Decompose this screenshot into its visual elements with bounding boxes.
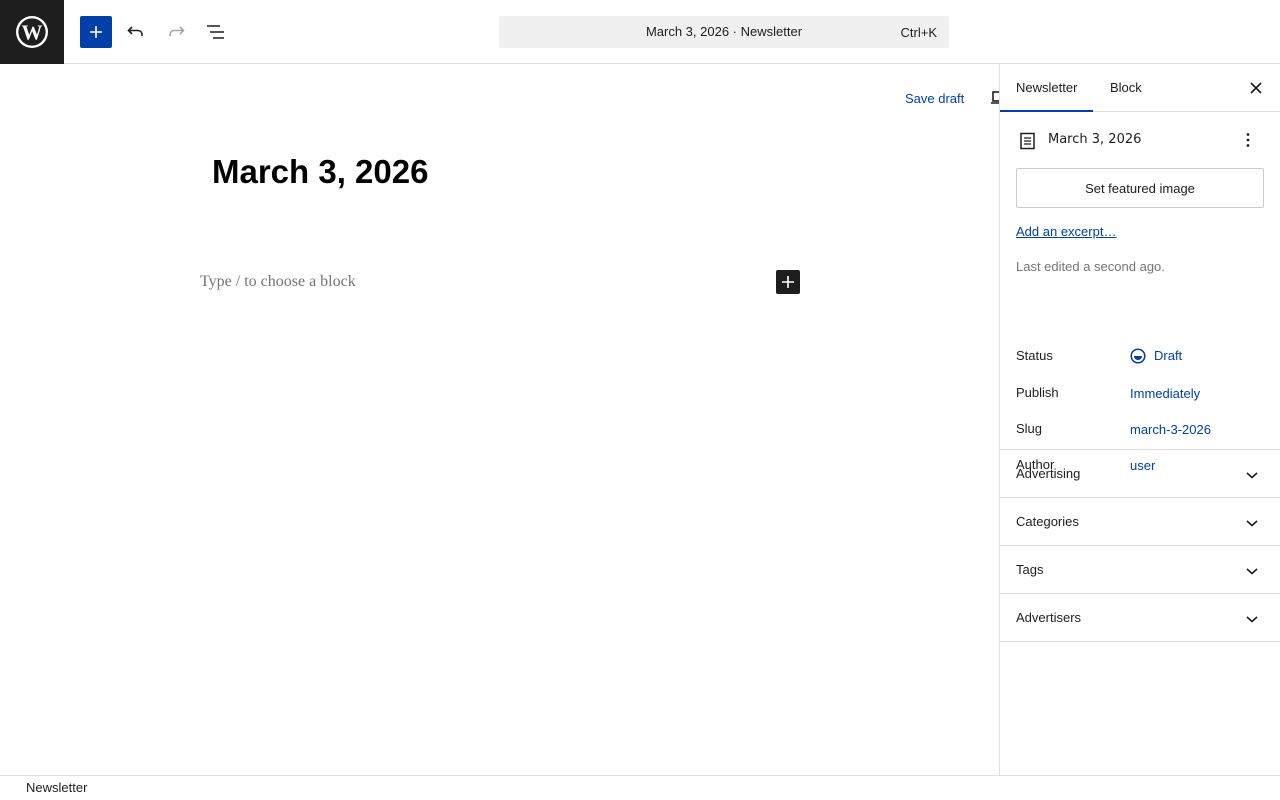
status-value[interactable]: Draft <box>1130 348 1182 364</box>
keyboard-shortcut: Ctrl+K <box>900 25 937 40</box>
panel-advertising[interactable]: Advertising <box>1000 449 1280 497</box>
block-placeholder[interactable]: Type / to choose a block <box>200 273 356 291</box>
block-inserter-button[interactable] <box>80 16 112 48</box>
plus-icon <box>90 26 102 38</box>
wordpress-logo-icon: W <box>16 16 48 48</box>
breadcrumb-item[interactable]: Newsletter <box>26 780 87 795</box>
post-document-icon <box>1020 132 1035 150</box>
svg-text:W: W <box>22 21 43 45</box>
command-palette-bar[interactable]: March 3, 2026 · Newsletter Ctrl+K <box>499 16 949 48</box>
panel-divider <box>1000 641 1280 642</box>
inline-block-inserter-button[interactable] <box>776 270 800 294</box>
meta-label: Slug <box>1016 421 1043 436</box>
slug-value[interactable]: march-3-2026 <box>1130 422 1211 437</box>
settings-sidebar: Newsletter Block March 3, 2026 Set featu… <box>999 64 1280 775</box>
editor-canvas: Save draft March 3, 2026 Type / to choos… <box>0 65 999 775</box>
meta-row-slug: Slug march-3-2026 <box>1016 421 1264 441</box>
meta-label: Status <box>1016 348 1053 363</box>
post-actions-button[interactable] <box>1240 130 1256 150</box>
set-featured-image-button[interactable]: Set featured image <box>1016 168 1264 208</box>
post-title[interactable]: March 3, 2026 <box>212 153 428 191</box>
redo-button[interactable] <box>160 16 192 48</box>
document-overview-button[interactable] <box>200 16 232 48</box>
save-draft-button[interactable]: Save draft <box>905 91 964 106</box>
editor-header: W March 3, 2026 · Newsletter Ctrl+K <box>0 0 1280 64</box>
tab-newsletter[interactable]: Newsletter <box>1000 64 1094 112</box>
last-edited-text: Last edited a second ago. <box>1016 259 1165 274</box>
chevron-down-icon <box>1246 520 1258 527</box>
preview-icon[interactable] <box>990 90 999 106</box>
meta-row-publish: Publish Immediately <box>1016 385 1264 405</box>
undo-button[interactable] <box>120 16 152 48</box>
meta-row-status: Status Draft <box>1016 348 1264 368</box>
sidebar-tabs: Newsletter Block <box>1000 64 1280 112</box>
meta-label: Publish <box>1016 385 1059 400</box>
panel-title: Tags <box>1016 562 1044 577</box>
close-icon <box>1250 82 1262 94</box>
chevron-down-icon <box>1246 616 1258 623</box>
add-excerpt-link[interactable]: Add an excerpt… <box>1016 224 1116 239</box>
status-value-text: Draft <box>1154 348 1183 363</box>
wordpress-logo[interactable]: W <box>0 0 64 64</box>
publish-value[interactable]: Immediately <box>1130 386 1200 401</box>
document-title: March 3, 2026 · Newsletter <box>645 24 803 39</box>
chevron-down-icon <box>1246 568 1258 575</box>
panel-categories[interactable]: Categories <box>1000 497 1280 545</box>
chevron-down-icon <box>1246 472 1258 479</box>
undo-icon <box>127 26 143 36</box>
panel-tags[interactable]: Tags <box>1000 545 1280 593</box>
panel-title: Advertisers <box>1016 610 1082 625</box>
more-vertical-icon <box>1246 133 1250 147</box>
tab-block[interactable]: Block <box>1094 64 1158 112</box>
block-breadcrumb-bar: Newsletter <box>0 775 1280 800</box>
post-card-title: March 3, 2026 <box>1048 132 1142 147</box>
panel-title: Categories <box>1016 514 1079 529</box>
panel-advertisers[interactable]: Advertisers <box>1000 593 1280 641</box>
redo-icon <box>169 26 185 36</box>
post-card: March 3, 2026 <box>1016 130 1264 150</box>
draft-status-icon <box>1130 348 1146 364</box>
list-view-icon <box>207 25 224 39</box>
panel-title: Advertising <box>1016 466 1081 481</box>
plus-icon <box>782 276 794 288</box>
close-sidebar-button[interactable] <box>1246 78 1266 98</box>
